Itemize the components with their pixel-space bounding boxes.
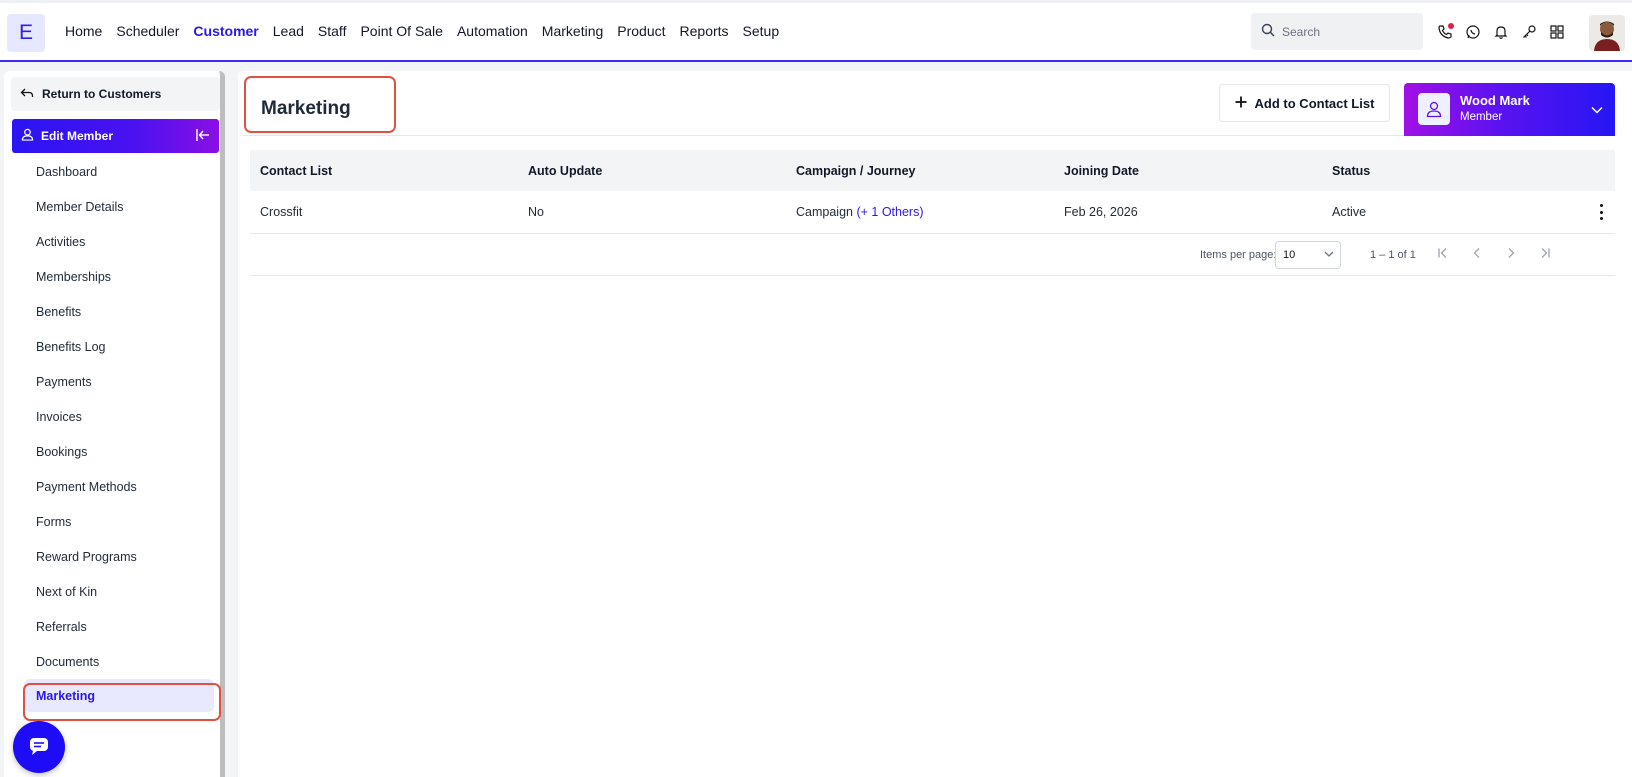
brand-logo[interactable]: E bbox=[7, 14, 45, 52]
logo-letter: E bbox=[18, 21, 33, 44]
nav-product[interactable]: Product bbox=[617, 23, 665, 39]
header-joining-date: Joining Date bbox=[1064, 163, 1140, 178]
nav-scheduler[interactable]: Scheduler bbox=[116, 23, 179, 39]
row-actions-icon[interactable] bbox=[1595, 204, 1607, 220]
sidebar-item-referrals[interactable]: Referrals bbox=[4, 609, 220, 644]
last-page-icon[interactable] bbox=[1537, 245, 1553, 261]
search-input[interactable] bbox=[1282, 24, 1412, 39]
header-status: Status bbox=[1332, 163, 1371, 178]
sidebar-highlight-outline bbox=[23, 683, 221, 721]
page-range: 1 – 1 of 1 bbox=[1370, 249, 1416, 261]
top-navbar: E Home Scheduler Customer Lead Staff Poi… bbox=[0, 0, 1632, 62]
nav-point-of-sale[interactable]: Point Of Sale bbox=[360, 23, 443, 39]
cell-joining-date: Feb 26, 2026 bbox=[1064, 205, 1138, 219]
whatsapp-icon[interactable] bbox=[1464, 23, 1482, 41]
title-divider bbox=[243, 135, 1559, 136]
apps-grid-icon[interactable] bbox=[1548, 23, 1566, 41]
main-nav: Home Scheduler Customer Lead Staff Point… bbox=[65, 23, 779, 39]
first-page-icon[interactable] bbox=[1435, 245, 1451, 261]
cell-auto-update: No bbox=[528, 205, 544, 219]
return-to-customers-button[interactable]: Return to Customers bbox=[11, 77, 220, 111]
add-button-label: Add to Contact List bbox=[1254, 95, 1375, 111]
return-label: Return to Customers bbox=[42, 87, 162, 101]
nav-home[interactable]: Home bbox=[65, 23, 102, 39]
contact-list-table: Contact List Auto Update Campaign / Jour… bbox=[250, 150, 1615, 276]
sidebar-item-invoices[interactable]: Invoices bbox=[4, 399, 220, 434]
member-role: Member bbox=[1460, 111, 1503, 123]
paginator: Items per page: 10 1 – 1 of 1 bbox=[250, 234, 1615, 276]
nav-marketing[interactable]: Marketing bbox=[542, 23, 603, 39]
sidebar-item-bookings[interactable]: Bookings bbox=[4, 434, 220, 469]
sidebar-menu: Dashboard Member Details Activities Memb… bbox=[4, 154, 220, 748]
header-auto-update: Auto Update bbox=[528, 163, 603, 178]
user-icon bbox=[21, 128, 34, 144]
header-campaign-journey: Campaign / Journey bbox=[796, 163, 916, 178]
sidebar-item-documents[interactable]: Documents bbox=[4, 644, 220, 679]
others-link[interactable]: (+ 1 Others) bbox=[856, 205, 923, 219]
table-header: Contact List Auto Update Campaign / Jour… bbox=[250, 150, 1615, 191]
sidebar-item-next-of-kin[interactable]: Next of Kin bbox=[4, 574, 220, 609]
edit-member-header: Edit Member bbox=[12, 119, 219, 153]
nav-customer[interactable]: Customer bbox=[193, 23, 258, 39]
nav-automation[interactable]: Automation bbox=[457, 23, 528, 39]
items-per-page-select[interactable]: 10 bbox=[1275, 241, 1341, 269]
title-highlight-outline bbox=[244, 76, 396, 133]
previous-page-icon[interactable] bbox=[1469, 245, 1485, 261]
back-arrow-icon bbox=[20, 87, 34, 102]
cell-campaign: Campaign (+ 1 Others) bbox=[786, 205, 1054, 219]
sidebar-item-member-details[interactable]: Member Details bbox=[4, 189, 220, 224]
items-per-page-value: 10 bbox=[1283, 249, 1296, 261]
member-name: Wood Mark bbox=[1460, 93, 1530, 108]
member-switcher[interactable]: Wood Mark Member bbox=[1404, 83, 1615, 136]
member-avatar-icon bbox=[1418, 93, 1450, 125]
collapse-sidebar-icon[interactable] bbox=[195, 128, 210, 145]
sidebar-item-memberships[interactable]: Memberships bbox=[4, 259, 220, 294]
nav-lead[interactable]: Lead bbox=[273, 23, 304, 39]
chat-button[interactable] bbox=[13, 721, 65, 773]
header-contact-list: Contact List bbox=[260, 163, 333, 178]
pagination-buttons bbox=[1435, 245, 1553, 261]
nav-setup[interactable]: Setup bbox=[743, 23, 780, 39]
items-per-page-label: Items per page: bbox=[1200, 249, 1277, 261]
nav-staff[interactable]: Staff bbox=[318, 23, 347, 39]
sidebar-item-activities[interactable]: Activities bbox=[4, 224, 220, 259]
plus-icon bbox=[1235, 96, 1247, 111]
chevron-down-icon bbox=[1324, 249, 1334, 261]
campaign-text: Campaign bbox=[796, 205, 853, 219]
phone-icon[interactable] bbox=[1436, 23, 1454, 41]
search-box bbox=[1251, 13, 1423, 50]
sidebar-item-benefits[interactable]: Benefits bbox=[4, 294, 220, 329]
sidebar-item-dashboard[interactable]: Dashboard bbox=[4, 154, 220, 189]
member-sidebar: Return to Customers Edit Member Dashboar… bbox=[4, 71, 225, 777]
sidebar-item-forms[interactable]: Forms bbox=[4, 504, 220, 539]
sidebar-item-benefits-log[interactable]: Benefits Log bbox=[4, 329, 220, 364]
search-icon bbox=[1261, 23, 1275, 40]
notification-dot bbox=[1448, 23, 1454, 29]
sidebar-item-payments[interactable]: Payments bbox=[4, 364, 220, 399]
sidebar-item-reward-programs[interactable]: Reward Programs bbox=[4, 539, 220, 574]
nav-reports[interactable]: Reports bbox=[680, 23, 729, 39]
main-content: Marketing Add to Contact List Wood Mark … bbox=[238, 71, 1632, 777]
cell-status: Active bbox=[1332, 205, 1367, 219]
key-icon[interactable] bbox=[1520, 23, 1538, 41]
add-to-contact-list-button[interactable]: Add to Contact List bbox=[1219, 84, 1390, 122]
cell-contact-list: Crossfit bbox=[260, 205, 303, 219]
chevron-down-icon bbox=[1591, 102, 1603, 117]
table-row: Crossfit No Campaign (+ 1 Others) Feb 26… bbox=[250, 191, 1615, 234]
chat-icon bbox=[28, 736, 50, 759]
next-page-icon[interactable] bbox=[1503, 245, 1519, 261]
bell-icon[interactable] bbox=[1492, 23, 1510, 41]
sidebar-item-payment-methods[interactable]: Payment Methods bbox=[4, 469, 220, 504]
edit-member-label: Edit Member bbox=[41, 129, 114, 143]
user-avatar[interactable] bbox=[1589, 15, 1625, 51]
top-icon-bar bbox=[1436, 23, 1566, 41]
